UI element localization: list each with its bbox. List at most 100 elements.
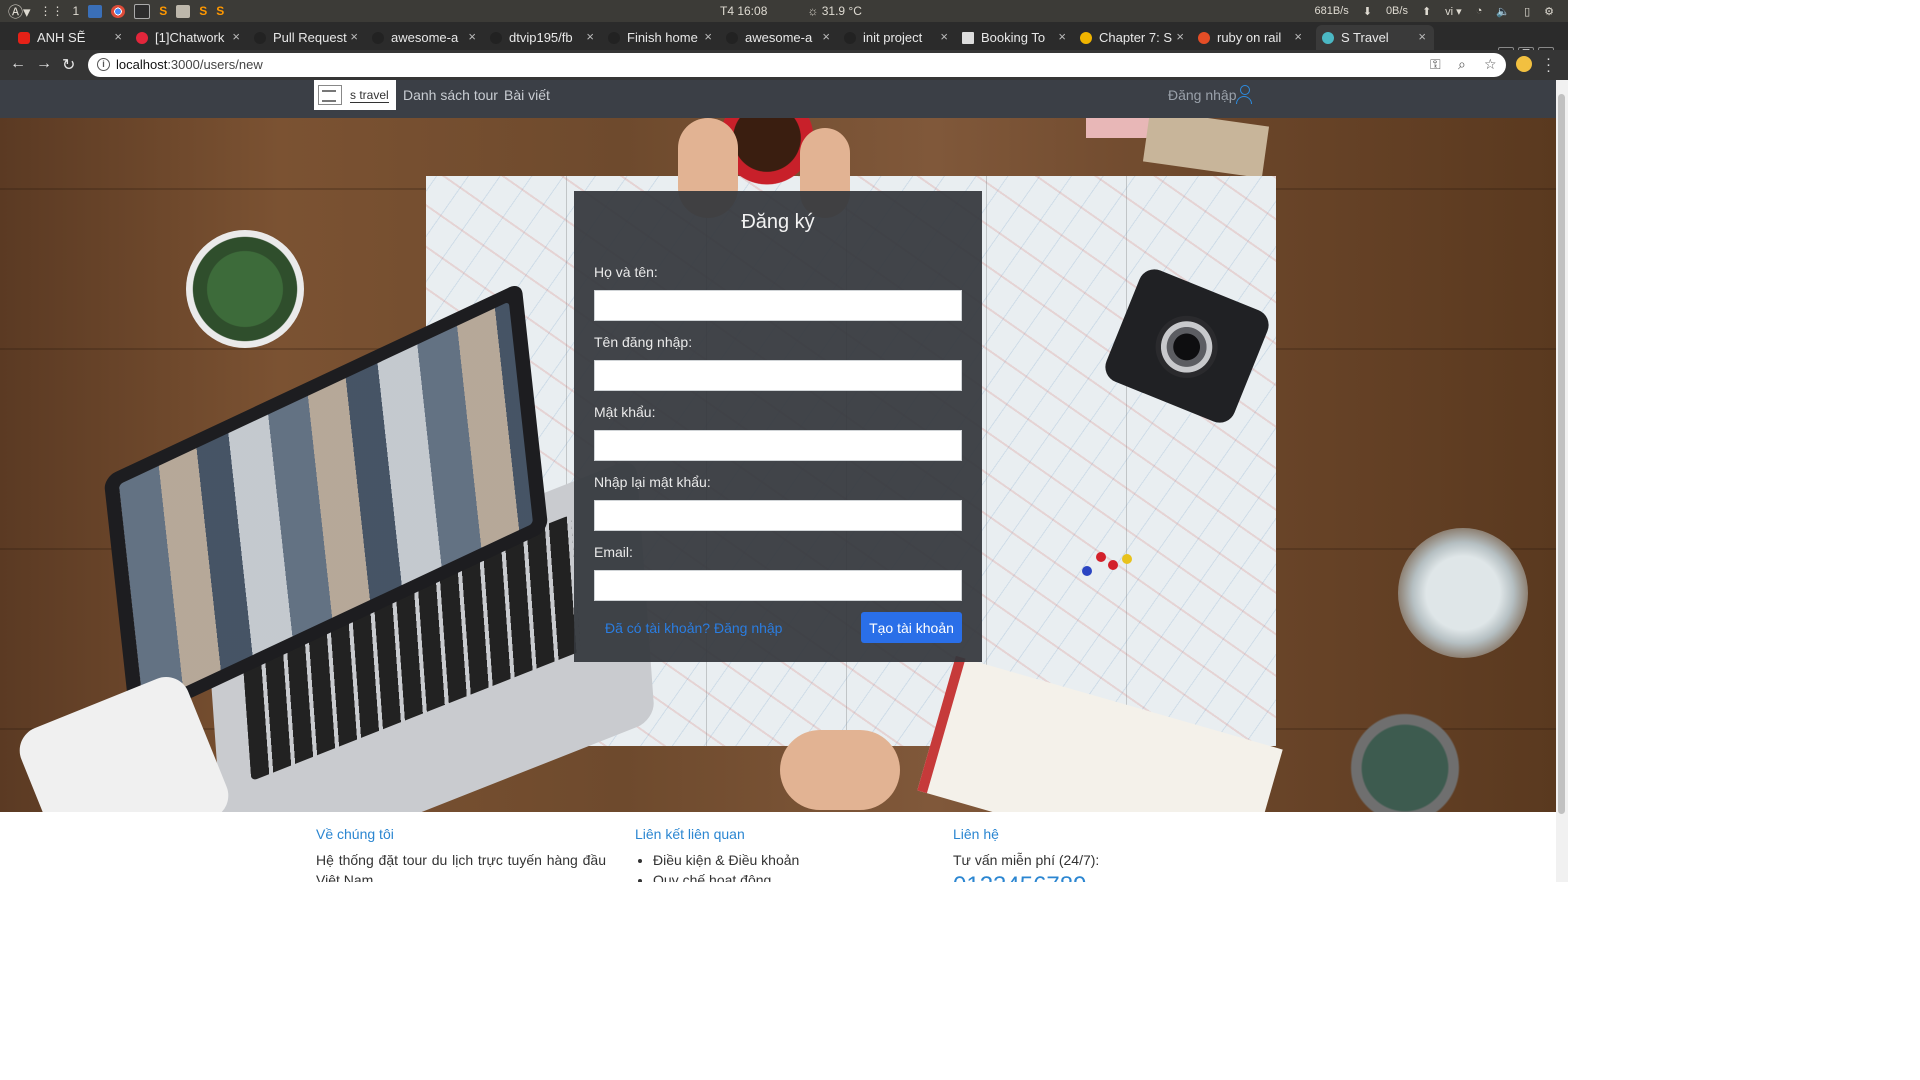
- password-input[interactable]: [594, 430, 962, 461]
- bookmark-star-icon[interactable]: ☆: [1484, 56, 1497, 73]
- close-icon[interactable]: ×: [468, 29, 476, 44]
- weather-temp: 31.9 °C: [821, 4, 862, 18]
- close-icon[interactable]: ×: [1176, 29, 1184, 44]
- close-icon[interactable]: ×: [704, 29, 712, 44]
- create-account-button[interactable]: Tạo tài khoản: [861, 612, 962, 643]
- footer-about: Về chúng tôi Hệ thống đặt tour du lịch t…: [316, 826, 606, 882]
- youtube-icon: [18, 31, 30, 44]
- close-icon[interactable]: ×: [350, 29, 358, 44]
- tab-awesome-2[interactable]: awesome-a ×: [720, 25, 838, 50]
- confirm-password-input[interactable]: [594, 500, 962, 531]
- site-logo[interactable]: s travel: [314, 80, 396, 110]
- close-icon[interactable]: ×: [232, 29, 240, 44]
- back-arrow-icon[interactable]: ←: [10, 55, 26, 73]
- forward-arrow-icon[interactable]: →: [36, 55, 52, 73]
- settings-gear-icon[interactable]: ⚙: [1544, 5, 1554, 18]
- language-code: vi: [1445, 5, 1454, 18]
- window-switcher-icon[interactable]: [88, 4, 103, 18]
- close-icon[interactable]: ×: [940, 29, 948, 44]
- tab-title: Pull Request: [273, 30, 347, 45]
- site-footer: Về chúng tôi Hệ thống đặt tour du lịch t…: [0, 812, 1556, 882]
- workspace-number[interactable]: 1: [73, 4, 80, 18]
- github-icon: [254, 31, 266, 44]
- username-input[interactable]: [594, 360, 962, 391]
- files-icon[interactable]: [176, 4, 191, 18]
- zoom-icon[interactable]: ⌕: [1458, 56, 1466, 73]
- footer-contact-heading: Liên hệ: [953, 826, 999, 842]
- reload-icon[interactable]: ↻: [62, 55, 75, 75]
- sublime-icon-3[interactable]: S: [216, 4, 224, 18]
- url-text[interactable]: localhost:3000/users/new: [116, 57, 263, 72]
- nav-link-posts[interactable]: Bài viết: [504, 87, 550, 103]
- page-scrollbar[interactable]: [1556, 80, 1568, 882]
- key-icon[interactable]: ⚿: [1430, 56, 1441, 73]
- tab-dtvip[interactable]: dtvip195/fb ×: [484, 25, 602, 50]
- launcher-icon[interactable]: Ⓐ▾: [8, 1, 31, 22]
- download-arrow-icon: ⬇: [1362, 5, 1372, 18]
- tab-chapter-7[interactable]: Chapter 7: S ×: [1074, 25, 1192, 50]
- language-indicator[interactable]: vi ▾: [1445, 5, 1462, 18]
- tab-pull-request[interactable]: Pull Request ×: [248, 25, 366, 50]
- close-icon[interactable]: ×: [1058, 29, 1066, 44]
- wifi-icon[interactable]: ◔: [1476, 5, 1483, 17]
- footer-phone[interactable]: 0123456789: [953, 872, 1243, 882]
- clock[interactable]: T4 16:08: [720, 4, 767, 18]
- close-icon[interactable]: ×: [1418, 29, 1426, 44]
- close-icon[interactable]: ×: [822, 29, 830, 44]
- extension-icon[interactable]: [1516, 56, 1532, 72]
- footer-link-terms[interactable]: Điều kiện & Điều khoản: [653, 850, 925, 870]
- kebab-menu-icon[interactable]: · · ·: [1546, 51, 1551, 78]
- book-icon: [1080, 31, 1092, 44]
- volume-icon[interactable]: 🔈: [1496, 5, 1510, 18]
- login-link[interactable]: Đăng nhập: [1168, 87, 1237, 103]
- sublime-icon-2[interactable]: S: [199, 4, 207, 18]
- browser-tab-strip: ANH SẼ × [1]Chatwork × Pull Request × aweso…: [0, 22, 1568, 66]
- site-navbar: s travel Danh sách tour Bài viết Đăng nh…: [0, 80, 1556, 118]
- nav-link-tours[interactable]: Danh sách tour: [403, 87, 498, 103]
- close-icon[interactable]: ×: [114, 29, 122, 44]
- apps-grid-icon[interactable]: ⋮⋮: [40, 4, 64, 18]
- github-icon: [608, 31, 620, 44]
- tab-title: init project: [863, 30, 923, 45]
- upload-arrow-icon: ⬆: [1421, 5, 1432, 18]
- has-account-login-link[interactable]: Đã có tài khoản? Đăng nhập: [605, 620, 782, 636]
- tab-title: [1]Chatwork: [155, 30, 225, 45]
- footer-links-list: Điều kiện & Điều khoản Quy chế hoạt động: [635, 850, 925, 882]
- net-down-speed: 681B/s: [1314, 5, 1349, 17]
- info-icon[interactable]: i: [97, 58, 110, 71]
- tab-title: awesome-a: [745, 30, 813, 45]
- fullname-label: Họ và tên:: [594, 264, 658, 280]
- weather-indicator[interactable]: ☼ 31.9 °C: [807, 4, 862, 18]
- password-label: Mật khẩu:: [594, 404, 656, 420]
- tab-init-project[interactable]: init project ×: [838, 25, 956, 50]
- tab-s-travel[interactable]: S Travel ×: [1316, 25, 1434, 50]
- tab-title: ruby on rail: [1217, 30, 1282, 45]
- url-bar[interactable]: i localhost:3000/users/new ⚿ ⌕ ☆: [88, 53, 1506, 77]
- tab-awesome-1[interactable]: awesome-a ×: [366, 25, 484, 50]
- tab-finish-home[interactable]: Finish home ×: [602, 25, 720, 50]
- register-form: Đăng ký Họ và tên: Tên đăng nhập: Mật kh…: [574, 191, 982, 662]
- system-top-bar: Ⓐ▾ ⋮⋮ 1 S S S T4 16:08 ☼ 31.9 °C 681B/s …: [0, 0, 1568, 22]
- chrome-icon[interactable]: [111, 4, 126, 18]
- footer-links: Liên kết liên quan Điều kiện & Điều khoả…: [635, 826, 925, 882]
- tab-chatwork[interactable]: [1]Chatwork ×: [130, 25, 248, 50]
- confirm-password-label: Nhập lại mật khẩu:: [594, 474, 711, 490]
- tab-ruby-on-rails[interactable]: ruby on rail ×: [1192, 25, 1310, 50]
- tab-booking-tour[interactable]: Booking To ×: [956, 25, 1074, 50]
- battery-icon[interactable]: ▯: [1524, 5, 1530, 18]
- tab-title: Finish home: [627, 30, 698, 45]
- footer-links-heading: Liên kết liên quan: [635, 826, 745, 842]
- user-icon[interactable]: [1236, 85, 1252, 104]
- close-icon[interactable]: ×: [1294, 29, 1302, 44]
- tab-youtube[interactable]: ANH SẼ ×: [12, 25, 130, 50]
- email-input[interactable]: [594, 570, 962, 601]
- stackoverflow-icon: [1198, 31, 1210, 44]
- tab-title: S Travel: [1341, 30, 1389, 45]
- scrollbar-thumb[interactable]: [1558, 94, 1565, 814]
- close-icon[interactable]: ×: [586, 29, 594, 44]
- terminal-icon[interactable]: [134, 3, 151, 19]
- sublime-icon[interactable]: S: [159, 4, 167, 18]
- net-up-speed: 0B/s: [1385, 5, 1408, 17]
- footer-link-rules[interactable]: Quy chế hoạt động: [653, 870, 925, 882]
- fullname-input[interactable]: [594, 290, 962, 321]
